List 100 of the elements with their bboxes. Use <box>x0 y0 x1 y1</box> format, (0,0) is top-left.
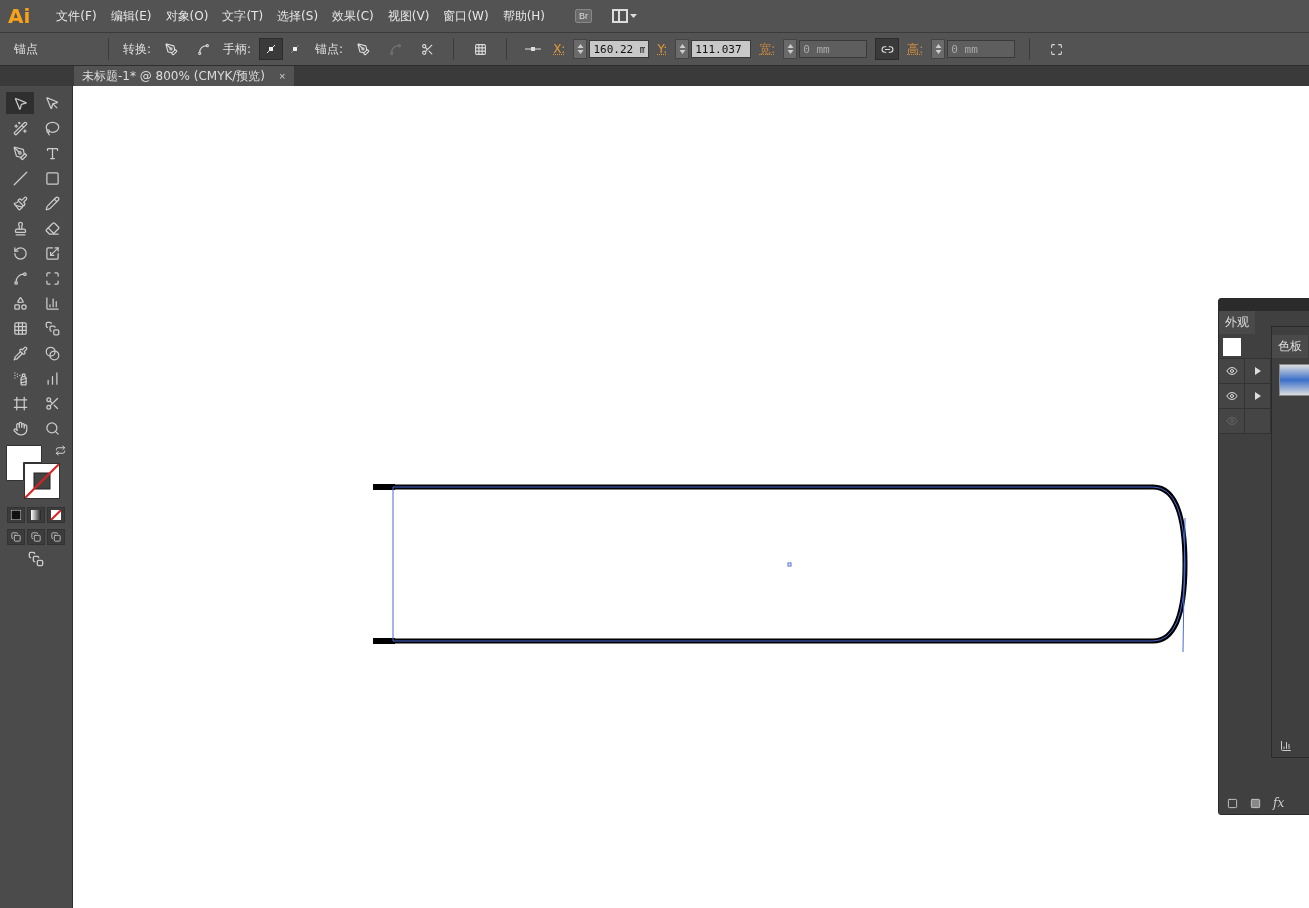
draw-behind-button[interactable] <box>27 529 45 545</box>
screen-mode-icon[interactable] <box>28 551 44 567</box>
anchors-label: 锚点: <box>315 40 344 58</box>
visibility-toggle[interactable] <box>1219 409 1245 433</box>
spinner-button[interactable] <box>675 39 690 59</box>
triangle-icon <box>1253 391 1262 401</box>
corners-icon <box>1049 42 1063 56</box>
handle-icon <box>289 43 302 55</box>
artboard-icon <box>12 395 28 411</box>
width-icon <box>12 270 28 286</box>
stacked-squares-icon <box>51 532 61 542</box>
menu-item[interactable]: 对象(O) <box>159 7 215 25</box>
swap-icon[interactable] <box>55 445 66 456</box>
visibility-toggle[interactable] <box>1219 359 1245 383</box>
menu-item[interactable]: 文件(F) <box>50 7 103 25</box>
fill-swatch[interactable] <box>6 445 42 481</box>
menu-item[interactable]: 选择(S) <box>271 7 325 25</box>
draw-inside-button[interactable] <box>47 529 65 545</box>
object-thumbnail-swatch <box>1223 338 1241 356</box>
menu-item[interactable]: 效果(C) <box>326 7 380 25</box>
magic-wand-icon <box>12 120 28 136</box>
y-label: Y: <box>657 42 668 56</box>
column-graph-icon <box>44 370 60 386</box>
appearance-tab[interactable]: 外观 <box>1219 311 1255 334</box>
spinner-button[interactable] <box>783 39 798 59</box>
bridge-button[interactable]: Br <box>575 9 592 23</box>
color-mode-button[interactable] <box>7 507 25 523</box>
x-field[interactable]: 160.22 m <box>589 40 650 58</box>
eraser-icon <box>44 220 60 236</box>
zoom-icon <box>44 420 60 436</box>
menu-item[interactable]: 窗口(W) <box>437 7 495 25</box>
up-down-arrows-icon <box>576 43 584 55</box>
mesh-icon <box>12 320 28 336</box>
scale-icon <box>44 245 60 261</box>
effects-button[interactable]: fx <box>1273 796 1285 810</box>
curve-icon <box>388 42 402 56</box>
workspace-layout-icon[interactable] <box>612 9 638 23</box>
pencil-icon <box>44 195 60 211</box>
selection-type-label: 锚点 <box>14 40 39 58</box>
stacked-squares-icon <box>11 532 21 542</box>
height-label: 高: <box>907 40 924 58</box>
menu-item[interactable]: 文字(T) <box>216 7 270 25</box>
rectangle-icon <box>44 170 60 186</box>
eye-icon <box>1225 365 1238 377</box>
stroke-swatch[interactable] <box>24 463 60 499</box>
eyedropper-icon <box>12 345 28 361</box>
expand-toggle[interactable] <box>1245 409 1271 433</box>
curve-icon <box>196 42 210 56</box>
grid-icon <box>473 42 487 56</box>
eye-icon <box>1225 415 1238 427</box>
blob-brush-icon <box>12 220 28 236</box>
handle-icon <box>265 43 278 55</box>
shape-builder-icon <box>12 295 28 311</box>
symbol-sprayer-icon <box>12 370 28 386</box>
selection-tool[interactable] <box>6 92 34 114</box>
convert-label: 转换: <box>123 40 152 58</box>
gradient-square-icon <box>31 510 41 520</box>
handle-mode-button[interactable] <box>259 38 284 60</box>
pen-icon <box>356 42 370 56</box>
slice-icon <box>44 395 60 411</box>
new-fill-icon[interactable] <box>1250 797 1261 809</box>
up-down-arrows-icon <box>678 43 686 55</box>
width-label: 宽: <box>759 40 776 58</box>
none-icon <box>51 510 61 520</box>
eye-icon <box>1225 390 1238 402</box>
library-bars-icon[interactable] <box>1280 740 1292 752</box>
swatches-tab[interactable]: 色板 <box>1272 335 1308 358</box>
perspective-grid-icon <box>44 295 60 311</box>
document-title: 未标题-1* @ 800% (CMYK/预览) <box>82 67 266 85</box>
direct-selection-icon <box>44 95 60 111</box>
gradient-mode-button[interactable] <box>27 507 45 523</box>
gradient-swatch[interactable] <box>1279 364 1309 396</box>
paintbrush-icon <box>12 195 28 211</box>
line-node-icon <box>525 46 542 52</box>
none-mode-button[interactable] <box>47 507 65 523</box>
spinner-button[interactable] <box>573 39 588 59</box>
stacked-squares-icon <box>31 532 41 542</box>
visibility-toggle[interactable] <box>1219 384 1245 408</box>
type-icon <box>44 145 60 161</box>
line-icon <box>12 170 28 186</box>
up-down-arrows-icon <box>786 43 794 55</box>
blend-icon <box>44 345 60 361</box>
expand-toggle[interactable] <box>1245 384 1271 408</box>
menu-item[interactable]: 视图(V) <box>381 7 436 25</box>
document-tab[interactable]: 未标题-1* @ 800% (CMYK/预览) × <box>74 66 294 86</box>
rotate-icon <box>12 245 28 261</box>
menu-item[interactable]: 帮助(H) <box>496 7 551 25</box>
draw-normal-button[interactable] <box>7 529 25 545</box>
spinner-button[interactable] <box>931 39 946 59</box>
new-stroke-icon[interactable] <box>1227 797 1238 809</box>
selection-icon <box>12 95 28 111</box>
close-button[interactable]: × <box>279 70 286 82</box>
free-transform-icon <box>44 270 60 286</box>
x-label: X: <box>553 42 566 56</box>
y-field[interactable]: 111.037 <box>691 40 752 58</box>
expand-toggle[interactable] <box>1245 359 1271 383</box>
lasso-icon <box>44 120 60 136</box>
up-down-arrows-icon <box>934 43 942 55</box>
link-button[interactable] <box>875 38 900 60</box>
menu-item[interactable]: 编辑(E) <box>104 7 158 25</box>
